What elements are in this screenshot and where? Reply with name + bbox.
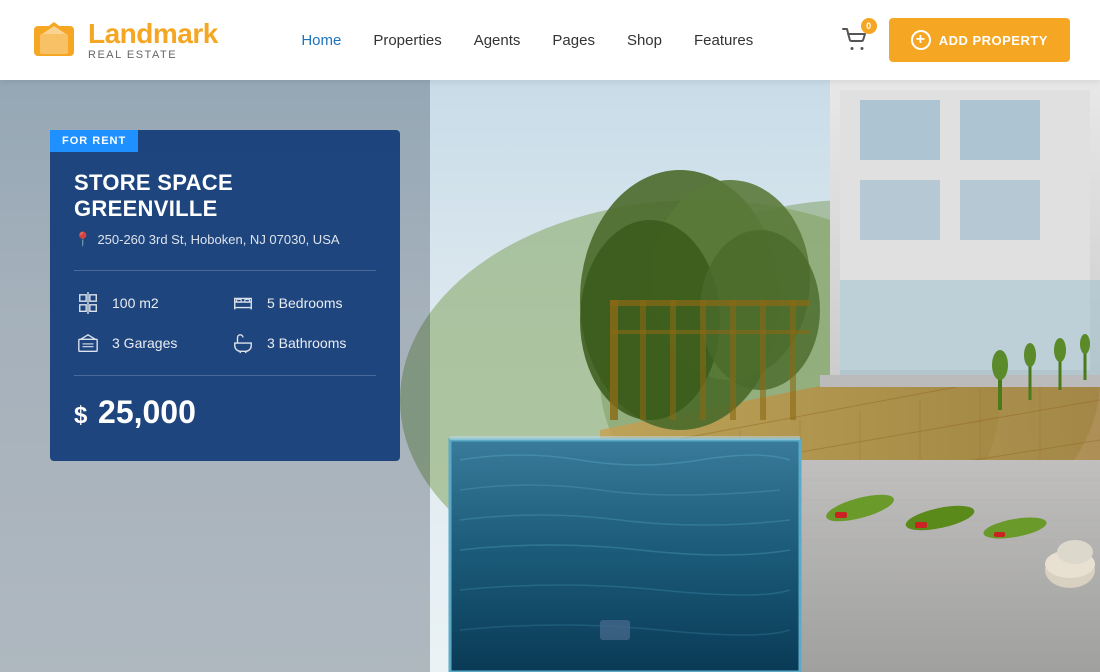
plus-circle-icon: + [911, 30, 931, 50]
logo[interactable]: Landmark Real Estate [30, 16, 218, 64]
location-pin-icon: 📍 [74, 231, 91, 248]
spec-bathrooms: 3 Bathrooms [229, 329, 376, 357]
nav-actions: 0 + ADD PROPERTY [837, 18, 1070, 62]
nav-shop[interactable]: Shop [627, 32, 662, 49]
bed-icon [229, 289, 257, 317]
hero-section: FOR RENT STORE SPACE GREENVILLE 📍 250-26… [0, 80, 1100, 672]
property-divider-bottom [74, 375, 376, 376]
spec-garages: 3 Garages [74, 329, 221, 357]
cart-badge: 0 [861, 18, 877, 34]
property-divider-top [74, 270, 376, 271]
property-card: FOR RENT STORE SPACE GREENVILLE 📍 250-26… [50, 130, 400, 461]
nav-features[interactable]: Features [694, 32, 753, 49]
logo-icon [30, 16, 78, 64]
property-title: STORE SPACE GREENVILLE [50, 170, 400, 223]
logo-name: Landmark [88, 19, 218, 50]
nav-agents[interactable]: Agents [474, 32, 521, 49]
nav-home[interactable]: Home [301, 32, 341, 49]
spec-area: 100 m2 [74, 289, 221, 317]
property-address: 📍 250-260 3rd St, Hoboken, NJ 07030, USA [50, 231, 400, 248]
logo-text: Landmark Real Estate [88, 19, 218, 62]
main-nav: Home Properties Agents Pages Shop Featur… [301, 32, 753, 49]
header: Landmark Real Estate Home Properties Age… [0, 0, 1100, 80]
cart-button[interactable]: 0 [837, 22, 873, 58]
nav-pages[interactable]: Pages [552, 32, 595, 49]
spec-bedrooms: 5 Bedrooms [229, 289, 376, 317]
add-property-button[interactable]: + ADD PROPERTY [889, 18, 1070, 62]
area-icon [74, 289, 102, 317]
nav-properties[interactable]: Properties [373, 32, 441, 49]
property-price: $ 25,000 [50, 394, 400, 431]
bath-icon [229, 329, 257, 357]
logo-subtitle: Real Estate [88, 49, 218, 61]
garage-icon [74, 329, 102, 357]
property-status-badge: FOR RENT [50, 130, 138, 152]
property-specs: 100 m2 5 Bedrooms [50, 289, 400, 357]
